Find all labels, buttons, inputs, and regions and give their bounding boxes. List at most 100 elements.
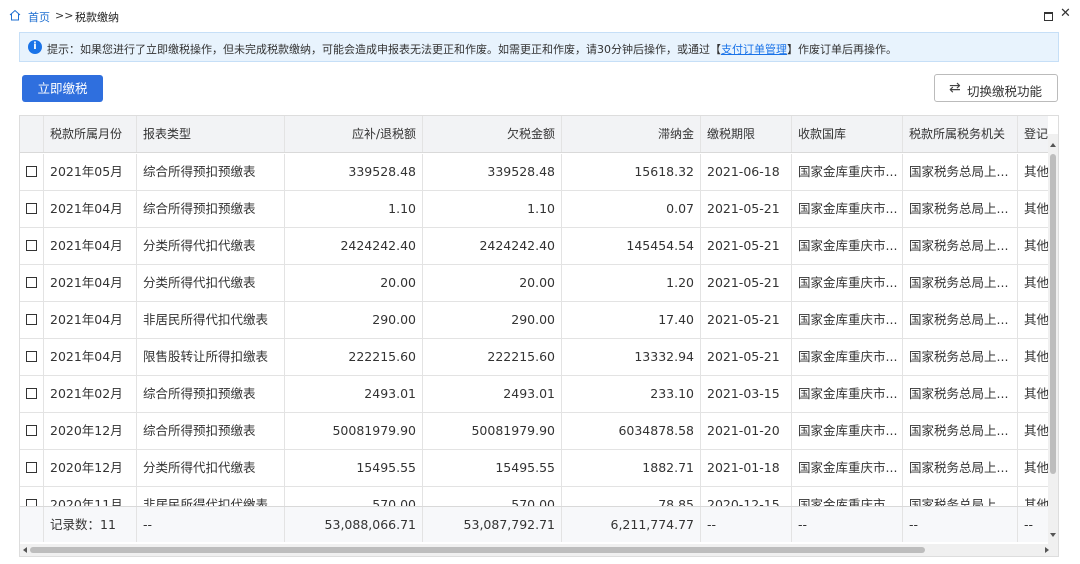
cell-report-type: 综合所得预扣预缴表 bbox=[137, 376, 285, 412]
cell-report-type: 分类所得代扣代缴表 bbox=[137, 265, 285, 301]
cell-tax-month: 2021年04月 bbox=[44, 191, 137, 227]
header-tax-authority[interactable]: 税款所属税务机关 bbox=[903, 116, 1018, 152]
cell-payable-amount: 50081979.90 bbox=[285, 413, 423, 449]
table-row[interactable]: 2021年04月 综合所得预扣预缴表 1.10 1.10 0.07 2021-05-21 国… bbox=[20, 191, 1048, 228]
row-checkbox[interactable] bbox=[26, 351, 37, 362]
cell-arrears-amount: 50081979.90 bbox=[423, 413, 562, 449]
header-treasury[interactable]: 收款国库 bbox=[792, 116, 903, 152]
table-header-row: 税款所属月份 报表类型 应补/退税额 欠税金额 滞纳金 缴税期限 收款国库 税款… bbox=[20, 116, 1048, 153]
cell-report-type: 分类所得代扣代缴表 bbox=[137, 450, 285, 486]
row-checkbox[interactable] bbox=[26, 462, 37, 473]
cell-late-fee: 6034878.58 bbox=[562, 413, 701, 449]
header-arrears-amount[interactable]: 欠税金额 bbox=[423, 116, 562, 152]
close-icon[interactable]: ✕ bbox=[1060, 6, 1071, 22]
table-row[interactable]: 2020年12月 分类所得代扣代缴表 15495.55 15495.55 1882.71… bbox=[20, 450, 1048, 487]
row-checkbox-cell bbox=[20, 339, 44, 375]
info-icon: i bbox=[28, 40, 42, 54]
cell-payable-amount: 1.10 bbox=[285, 191, 423, 227]
vertical-scroll-thumb[interactable] bbox=[1050, 154, 1056, 474]
switch-arrows-icon: ⇄ bbox=[949, 80, 961, 96]
breadcrumb-home-link[interactable]: 首页 bbox=[28, 9, 50, 25]
pay-now-button[interactable]: 立即缴税 bbox=[22, 75, 103, 102]
cell-arrears-amount: 222215.60 bbox=[423, 339, 562, 375]
header-registration[interactable]: 登记 bbox=[1018, 116, 1048, 152]
top-bar: 首页 >> 税款缴纳 ✕ bbox=[0, 0, 1080, 30]
table-row[interactable]: 2021年02月 综合所得预扣预缴表 2493.01 2493.01 233.10 202… bbox=[20, 376, 1048, 413]
cell-registration: 其他 bbox=[1018, 228, 1048, 264]
footer-tax-authority: -- bbox=[903, 507, 1018, 542]
footer-deadline: -- bbox=[701, 507, 792, 542]
row-checkbox[interactable] bbox=[26, 314, 37, 325]
switch-payment-button[interactable]: ⇄ 切换缴税功能 bbox=[934, 74, 1058, 102]
footer-report-type: -- bbox=[137, 507, 285, 542]
cell-treasury: 国家金库重庆市... bbox=[792, 413, 903, 449]
cell-treasury: 国家金库重庆市... bbox=[792, 154, 903, 190]
footer-late-fee-total: 6,211,774.77 bbox=[562, 507, 701, 542]
cell-registration: 其他 bbox=[1018, 376, 1048, 412]
header-tax-month[interactable]: 税款所属月份 bbox=[44, 116, 137, 152]
row-checkbox-cell bbox=[20, 376, 44, 412]
cell-treasury: 国家金库重庆市... bbox=[792, 265, 903, 301]
row-checkbox[interactable] bbox=[26, 425, 37, 436]
table-row[interactable]: 2021年04月 非居民所得代扣代缴表 290.00 290.00 17.40 2021-… bbox=[20, 302, 1048, 339]
cell-tax-month: 2021年02月 bbox=[44, 376, 137, 412]
cell-deadline: 2021-03-15 bbox=[701, 376, 792, 412]
row-checkbox[interactable] bbox=[26, 240, 37, 251]
maximize-icon[interactable] bbox=[1044, 12, 1053, 21]
cell-arrears-amount: 290.00 bbox=[423, 302, 562, 338]
scroll-up-arrow-icon[interactable] bbox=[1050, 143, 1056, 147]
cell-report-type: 非居民所得代扣代缴表 bbox=[137, 302, 285, 338]
cell-arrears-amount: 1.10 bbox=[423, 191, 562, 227]
row-checkbox[interactable] bbox=[26, 166, 37, 177]
row-checkbox[interactable] bbox=[26, 277, 37, 288]
notice-text-after: 作废订单后再操作。 bbox=[798, 43, 897, 56]
cell-payable-amount: 2493.01 bbox=[285, 376, 423, 412]
cell-treasury: 国家金库重庆市... bbox=[792, 450, 903, 486]
header-deadline[interactable]: 缴税期限 bbox=[701, 116, 792, 152]
vertical-scrollbar[interactable] bbox=[1048, 134, 1058, 544]
cell-report-type: 综合所得预扣预缴表 bbox=[137, 154, 285, 190]
cell-tax-month: 2020年12月 bbox=[44, 450, 137, 486]
payment-order-link[interactable]: 支付订单管理 bbox=[721, 43, 787, 56]
row-checkbox[interactable] bbox=[26, 203, 37, 214]
notice-text: 提示：如果您进行了立即缴税操作，但未完成税款缴纳，可能会造成申报表无法更正和作废… bbox=[47, 41, 897, 57]
cell-tax-month: 2021年04月 bbox=[44, 228, 137, 264]
row-checkbox-cell bbox=[20, 228, 44, 264]
cell-late-fee: 17.40 bbox=[562, 302, 701, 338]
table-row[interactable]: 2021年04月 限售股转让所得扣缴表 222215.60 222215.60 1333… bbox=[20, 339, 1048, 376]
cell-treasury: 国家金库重庆市... bbox=[792, 228, 903, 264]
cell-payable-amount: 290.00 bbox=[285, 302, 423, 338]
cell-arrears-amount: 2424242.40 bbox=[423, 228, 562, 264]
table-row[interactable]: 2021年04月 分类所得代扣代缴表 20.00 20.00 1.20 2021-05-2… bbox=[20, 265, 1048, 302]
table-row[interactable]: 2021年05月 综合所得预扣预缴表 339528.48 339528.48 15618… bbox=[20, 154, 1048, 191]
cell-deadline: 2021-01-18 bbox=[701, 450, 792, 486]
cell-tax-authority: 国家税务总局上... bbox=[903, 339, 1018, 375]
row-checkbox[interactable] bbox=[26, 388, 37, 399]
cell-tax-month: 2020年12月 bbox=[44, 413, 137, 449]
scroll-right-arrow-icon[interactable] bbox=[1045, 547, 1049, 553]
footer-empty-cell bbox=[20, 507, 44, 542]
table-footer-row: 记录数：11 -- 53,088,066.71 53,087,792.71 6,… bbox=[20, 506, 1048, 542]
header-late-fee[interactable]: 滞纳金 bbox=[562, 116, 701, 152]
scroll-down-arrow-icon[interactable] bbox=[1050, 533, 1056, 537]
footer-arrears-total: 53,087,792.71 bbox=[423, 507, 562, 542]
cell-tax-authority: 国家税务总局上... bbox=[903, 154, 1018, 190]
header-report-type[interactable]: 报表类型 bbox=[137, 116, 285, 152]
horizontal-scroll-thumb[interactable] bbox=[30, 547, 925, 553]
table-row[interactable]: 2021年04月 分类所得代扣代缴表 2424242.40 2424242.40 145… bbox=[20, 228, 1048, 265]
scroll-left-arrow-icon[interactable] bbox=[23, 547, 27, 553]
notice-bracket-open: 【 bbox=[710, 43, 721, 56]
row-checkbox-cell bbox=[20, 450, 44, 486]
row-checkbox-cell bbox=[20, 154, 44, 190]
home-icon[interactable] bbox=[9, 9, 21, 21]
cell-tax-authority: 国家税务总局上... bbox=[903, 191, 1018, 227]
cell-late-fee: 1882.71 bbox=[562, 450, 701, 486]
cell-deadline: 2021-05-21 bbox=[701, 191, 792, 227]
cell-tax-authority: 国家税务总局上... bbox=[903, 413, 1018, 449]
horizontal-scrollbar[interactable] bbox=[20, 544, 1058, 556]
cell-report-type: 限售股转让所得扣缴表 bbox=[137, 339, 285, 375]
cell-deadline: 2021-05-21 bbox=[701, 339, 792, 375]
cell-late-fee: 0.07 bbox=[562, 191, 701, 227]
table-row[interactable]: 2020年12月 综合所得预扣预缴表 50081979.90 50081979.90 6… bbox=[20, 413, 1048, 450]
header-payable-amount[interactable]: 应补/退税额 bbox=[285, 116, 423, 152]
